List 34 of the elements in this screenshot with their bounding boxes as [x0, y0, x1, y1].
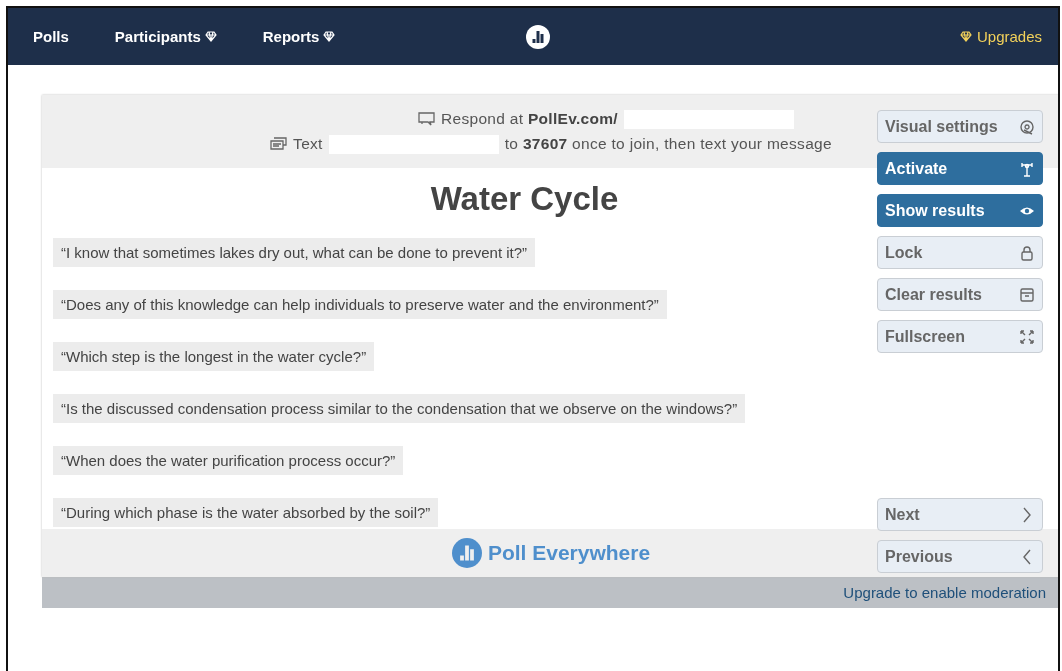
response-bubble: “Is the discussed condensation process similar to the condensation that we observe on the windows?” [53, 394, 746, 423]
diamond-icon [204, 31, 217, 42]
nav-link[interactable]: Participants [114, 28, 217, 45]
action-button[interactable]: Visual settings [877, 110, 1043, 143]
action-button[interactable]: Clear results [877, 278, 1043, 311]
response-bubble: “Which step is the longest in the water cycle?” [53, 342, 375, 371]
action-button[interactable]: Next [877, 498, 1043, 531]
screen-icon [418, 112, 436, 126]
response-bubble: “Does any of this knowledge can help individuals to preserve water and the environment?” [53, 290, 667, 319]
upgrades-link[interactable]: Upgrades [549, 28, 1058, 45]
brand-name: Poll Everywhere [487, 541, 651, 565]
respond-instruction: Respond at PollEv.com/ [441, 110, 618, 128]
action-button[interactable]: Lock [877, 236, 1043, 269]
response-bubble: “During which phase is the water absorbed by the soil?” [53, 498, 439, 527]
action-button[interactable]: Fullscreen [877, 320, 1043, 353]
response-bubble: “When does the water purification process occur?” [53, 446, 404, 475]
archive-icon [1019, 286, 1035, 303]
action-button[interactable]: Previous [877, 540, 1043, 573]
expand-icon [1019, 328, 1035, 345]
action-button[interactable]: Activate [877, 152, 1043, 185]
text-instruction: to 37607 once to join, then text your message [504, 135, 832, 153]
action-button[interactable]: Show results [877, 194, 1043, 227]
moderation-link[interactable]: Upgrade to enable moderation [843, 584, 1058, 601]
logo-icon [525, 24, 550, 49]
nav-link[interactable]: Polls [33, 28, 69, 45]
text-label: Text [293, 135, 323, 153]
logo-icon [451, 538, 482, 568]
messages-icon [270, 137, 288, 151]
response-bubble: “I know that sometimes lakes dry out, what can be done to prevent it?” [53, 238, 536, 267]
diamond-icon [323, 31, 336, 42]
diamond-icon [959, 31, 972, 42]
poll-title: Water Cycle [430, 180, 619, 218]
nav-link[interactable]: Reports [262, 28, 336, 45]
lock-icon [1019, 244, 1035, 261]
